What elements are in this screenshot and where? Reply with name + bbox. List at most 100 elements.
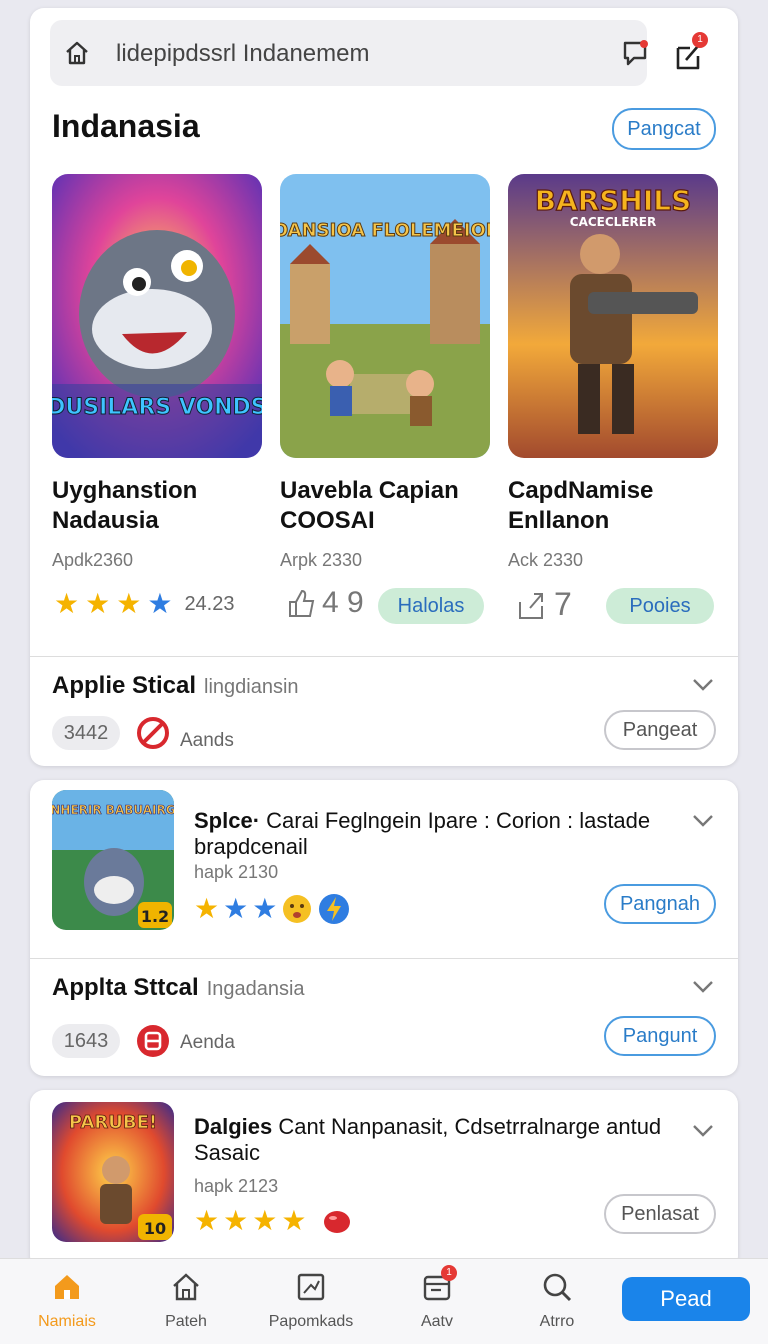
game-art[interactable]: ROANSIOA FLOLEMEIOES	[280, 174, 490, 458]
app-action-button[interactable]: Penlasat	[604, 1194, 716, 1234]
nav-item-activity[interactable]: 1 Aatv	[382, 1265, 492, 1331]
featured-tile[interactable]: BARSHILS CACECLERER CapdNamise Enllanon …	[508, 174, 718, 571]
star-icon: ★	[147, 588, 173, 619]
tag-pill[interactable]: Halolas	[378, 588, 484, 624]
divider	[30, 958, 738, 959]
nav-badge: 1	[441, 1265, 457, 1281]
app-title-bold: Splce·	[194, 808, 261, 833]
icon-title: PARUBE!	[69, 1112, 157, 1133]
app-meta: hapk 2130	[194, 862, 279, 882]
game-art[interactable]: BARSHILS CACECLERER	[508, 174, 718, 458]
home-icon	[55, 1275, 79, 1299]
app-title[interactable]: Dalgies Cant Nanpanasit, Cdsetrralnarge …	[194, 1114, 674, 1166]
tile-name-line1: CapdNamise	[508, 477, 654, 504]
tile-name-line1: Uavebla Capian	[280, 477, 459, 504]
row-title-text: Applie Stical	[52, 672, 197, 699]
primary-action-button[interactable]: Pead	[622, 1277, 750, 1321]
tile-name-line2: Nadausia	[52, 507, 159, 534]
nav-item-home[interactable]: Namiais	[12, 1271, 122, 1331]
featured-tile[interactable]: ROANSIOA FLOLEMEIOES Uavebla Capian COOS…	[280, 174, 490, 571]
star-icon: ★	[116, 588, 142, 619]
chart-icon	[297, 1273, 325, 1301]
tile-stat-value: 7	[554, 586, 572, 622]
thumbs-up-icon[interactable]	[286, 588, 316, 618]
tile-stats: 4 9	[286, 586, 364, 620]
app-badge-icon	[137, 1025, 169, 1057]
art-title: BDUSILARS VONDSA	[52, 395, 262, 420]
star-icon: ★	[252, 893, 278, 924]
emoji-icon	[283, 895, 312, 923]
star-icon: ★	[194, 893, 220, 924]
count-pill: 1643	[52, 1024, 120, 1058]
tile-meta: Arpk 2330	[280, 550, 363, 570]
chevron-down-icon[interactable]	[692, 1124, 714, 1138]
icon-title: SNHERIR BABUAIRGS	[52, 803, 174, 817]
row-action-button[interactable]: Pangeat	[604, 710, 716, 750]
star-icon: ★	[252, 1205, 278, 1236]
row-subtitle: lingdiansin	[204, 676, 299, 698]
search-placeholder[interactable]: lidepipdssrl Indanemem	[116, 40, 369, 68]
star-icon: ★	[223, 1205, 249, 1236]
app-icon[interactable]: 1.2 SNHERIR BABUAIRGS	[52, 790, 174, 930]
section-action-button[interactable]: Pangcat	[612, 108, 716, 150]
tile-name-line2: COOSAI	[280, 507, 375, 534]
art-subtitle: CACECLERER	[570, 215, 656, 229]
icon-badge-text: 10	[144, 1219, 166, 1238]
tag-pill[interactable]: Pooies	[606, 588, 714, 624]
notifications-button[interactable]: 1	[670, 32, 710, 72]
list-row-title: Applta Sttcal Ingadansia	[52, 974, 305, 1002]
app-rating: ★ ★ ★	[194, 892, 351, 926]
app-rating: ★ ★ ★ ★	[194, 1204, 354, 1238]
featured-tile[interactable]: BDUSILARS VONDSA Uyghanstion Nadausia Ap…	[52, 174, 262, 571]
count-pill: 3442	[52, 716, 120, 750]
nav-label: Aatv	[420, 1313, 453, 1330]
app-icon[interactable]: 10 PARUBE!	[52, 1102, 174, 1242]
tile-meta: Apdk2360	[52, 550, 134, 570]
message-icon[interactable]	[620, 38, 650, 68]
tile-name-line1: Uyghanstion	[52, 477, 198, 504]
tile-name-line2: Enllanon	[508, 507, 610, 534]
gem-icon	[324, 1211, 351, 1233]
app-action-button[interactable]: Pangnah	[604, 884, 716, 924]
search-icon	[543, 1273, 572, 1302]
tile-stat-value: 4 9	[322, 586, 364, 619]
section-title: Indanasia	[52, 108, 200, 144]
featured-card: lidepipdssrl Indanemem 1 Indanasia Pangc…	[30, 8, 738, 766]
notification-badge: 1	[692, 32, 708, 48]
nav-item-home-outline[interactable]: Pateh	[131, 1271, 241, 1331]
nav-icon-wrap: 1	[421, 1265, 457, 1303]
row-label: Aands	[180, 730, 234, 751]
star-icon: ★	[85, 588, 111, 619]
chevron-down-icon[interactable]	[692, 814, 714, 828]
nav-item-search[interactable]: Atrro	[502, 1271, 612, 1331]
star-icon: ★	[223, 893, 249, 924]
star-icon: ★	[281, 1205, 307, 1236]
nav-label: Papomkads	[268, 1313, 354, 1330]
share-arrow-icon[interactable]	[516, 590, 546, 620]
star-icon: ★	[54, 588, 80, 619]
row-subtitle: Ingadansia	[206, 978, 305, 1000]
star-icon: ★	[194, 1205, 220, 1236]
lightning-icon	[319, 894, 350, 924]
row-title-text: Applta Sttcal	[52, 974, 199, 1001]
app-title[interactable]: Splce· Carai Feglngein Ipare : Corion : …	[194, 808, 674, 860]
search-bar[interactable]: lidepipdssrl Indanemem	[50, 20, 650, 86]
rating-value: 24.23	[184, 592, 235, 615]
tile-stats: 7	[516, 586, 572, 623]
row-label: Aenda	[180, 1032, 235, 1053]
row-action-button[interactable]: Pangunt	[604, 1016, 716, 1056]
app-title-rest: Carai Feglngein Ipare : Corion : lastade…	[194, 808, 651, 859]
home-icon[interactable]	[64, 40, 90, 66]
app-list-card: 10 PARUBE! Dalgies Cant Nanpanasit, Cdse…	[30, 1090, 738, 1270]
tile-meta: Ack 2330	[508, 550, 584, 570]
rating-row: ★ ★ ★ ★ 24.23	[54, 590, 235, 618]
house-icon	[173, 1273, 199, 1301]
chevron-down-icon[interactable]	[692, 980, 714, 994]
blocked-icon	[137, 717, 169, 749]
nav-item-stats[interactable]: Papomkads	[256, 1271, 366, 1331]
game-art[interactable]: BDUSILARS VONDSA	[52, 174, 262, 458]
chevron-down-icon[interactable]	[692, 678, 714, 692]
app-title-bold: Dalgies	[194, 1114, 273, 1139]
nav-label: Atrro	[539, 1313, 575, 1330]
list-row-title: Applie Stical lingdiansin	[52, 672, 299, 700]
